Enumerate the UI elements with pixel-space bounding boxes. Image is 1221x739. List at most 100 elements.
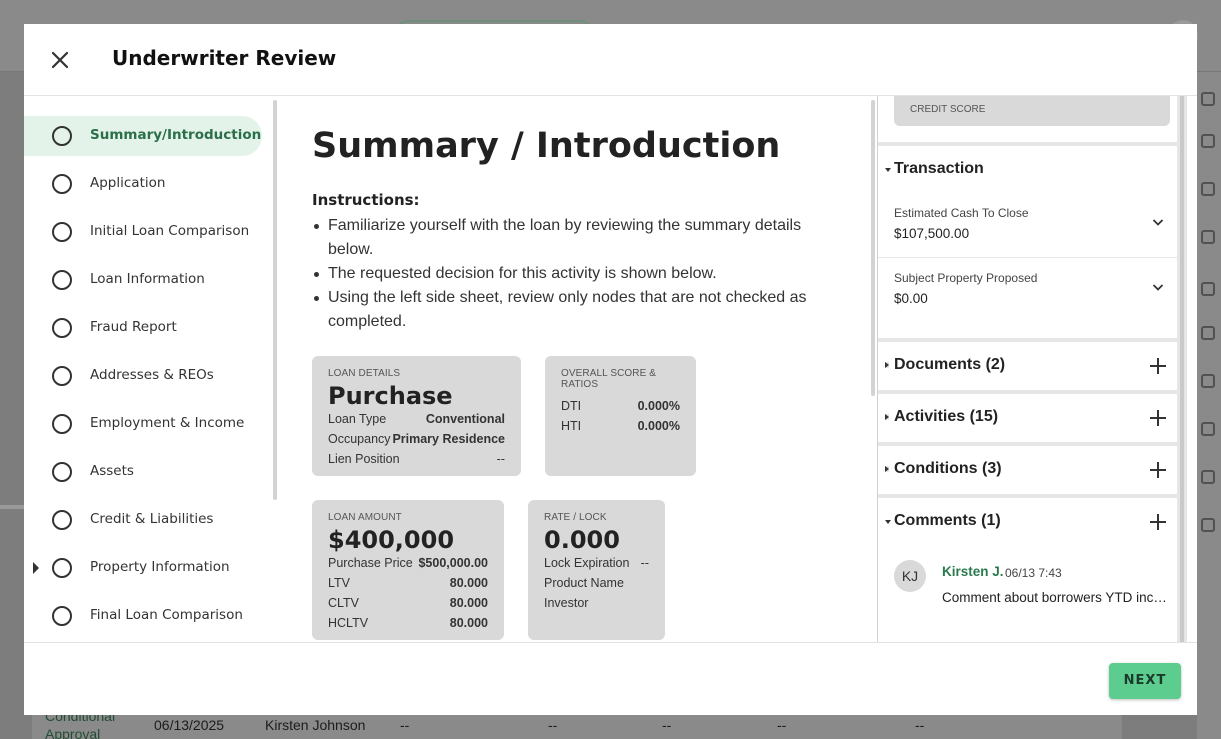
main-scrollbar[interactable] bbox=[871, 100, 875, 396]
detail-value: Conventional bbox=[425, 412, 505, 426]
chevron-down-icon[interactable] bbox=[1152, 281, 1164, 293]
detail-value: 80.000 bbox=[449, 576, 488, 590]
row-dash: -- bbox=[915, 717, 925, 733]
next-button[interactable]: NEXT bbox=[1109, 663, 1181, 699]
comments-section: Comments (1) KJ Kirsten J. 06/13 7:43 Co… bbox=[878, 498, 1186, 642]
detail-key: Purchase Price bbox=[328, 556, 413, 570]
row-dash: -- bbox=[548, 717, 558, 733]
comment-author[interactable]: Kirsten J. bbox=[942, 564, 1004, 579]
chevron-down-icon[interactable] bbox=[1152, 216, 1164, 228]
add-comment-plus-icon[interactable] bbox=[1150, 514, 1166, 530]
loan-summary-panel: CREDIT SCORE Transaction Estimated Cash … bbox=[877, 96, 1187, 642]
nav-item-employment-income[interactable]: Employment & Income bbox=[24, 404, 262, 444]
score-ratios-card: OVERALL SCORE & RATIOS DTI 0.000% HTI 0.00… bbox=[545, 356, 696, 476]
rail-icon bbox=[1201, 230, 1215, 244]
subject-property-proposed-field[interactable]: Subject Property Proposed $0.00 bbox=[878, 259, 1186, 323]
row-user: Kirsten Johnson bbox=[265, 717, 366, 733]
close-button[interactable] bbox=[48, 48, 72, 72]
rail-icon bbox=[1201, 182, 1215, 196]
rail-icon bbox=[1201, 422, 1215, 436]
card-caption: LOAN DETAILS bbox=[328, 368, 401, 379]
instruction-item: Familiarize yourself with the loan by re… bbox=[312, 214, 832, 262]
comments-header[interactable]: Comments (1) bbox=[878, 498, 1178, 546]
nav-item-addresses-reos[interactable]: Addresses & REOs bbox=[24, 356, 262, 396]
detail-value: 80.000 bbox=[449, 616, 488, 630]
step-status-circle-icon bbox=[52, 270, 72, 290]
detail-key: Lock Expiration bbox=[544, 556, 630, 570]
add-activity-plus-icon[interactable] bbox=[1150, 410, 1166, 426]
credit-score-section: CREDIT SCORE bbox=[878, 96, 1186, 142]
detail-row: Purchase Price $500,000.00 bbox=[328, 553, 488, 573]
transaction-header[interactable]: Transaction bbox=[878, 146, 1178, 194]
add-document-plus-icon[interactable] bbox=[1150, 358, 1166, 374]
nav-item-summary-introduction[interactable]: Summary/Introduction bbox=[24, 116, 262, 156]
expand-triangle-icon bbox=[885, 362, 889, 368]
rail-icon bbox=[1201, 282, 1215, 296]
loan-amount-value: $400,000 bbox=[328, 526, 455, 554]
nav-item-credit-liabilities[interactable]: Credit & Liabilities bbox=[24, 500, 262, 540]
detail-row: HTI 0.000% bbox=[561, 416, 680, 436]
nav-item-label: Application bbox=[90, 175, 166, 191]
conditions-header[interactable]: Conditions (3) bbox=[878, 446, 1178, 494]
modal-footer: NEXT bbox=[24, 642, 1197, 715]
detail-key: Product Name bbox=[544, 576, 624, 590]
detail-row: Investor bbox=[544, 593, 649, 613]
instruction-item: The requested decision for this activity… bbox=[312, 262, 832, 286]
nav-item-property-information[interactable]: Property Information bbox=[24, 548, 262, 588]
rate-value: 0.000 bbox=[544, 526, 620, 554]
conditions-section: Conditions (3) bbox=[878, 446, 1186, 494]
loan-purpose-value: Purchase bbox=[328, 382, 453, 410]
modal-header: Underwriter Review bbox=[24, 24, 1197, 96]
estimated-cash-to-close-field[interactable]: Estimated Cash To Close $107,500.00 bbox=[878, 194, 1186, 258]
nav-item-label: Property Information bbox=[90, 559, 230, 575]
step-status-circle-icon bbox=[52, 510, 72, 530]
step-status-circle-icon bbox=[52, 462, 72, 482]
documents-section: Documents (2) bbox=[878, 342, 1186, 390]
detail-key: CLTV bbox=[328, 596, 360, 610]
section-title: Comments (1) bbox=[894, 512, 1001, 529]
nav-item-final-loan-comparison[interactable]: Final Loan Comparison bbox=[24, 596, 262, 636]
nav-item-fraud-report[interactable]: Fraud Report bbox=[24, 308, 262, 348]
nav-item-label: Fraud Report bbox=[90, 319, 177, 335]
page-title: Summary / Introduction bbox=[312, 126, 781, 166]
detail-value: $500,000.00 bbox=[418, 556, 488, 570]
nav-item-application[interactable]: Application bbox=[24, 164, 262, 204]
rate-lock-card: RATE / LOCK 0.000 Lock Expiration -- Prod… bbox=[528, 500, 665, 640]
detail-row: CLTV 80.000 bbox=[328, 593, 488, 613]
add-condition-plus-icon[interactable] bbox=[1150, 462, 1166, 478]
detail-row: HCLTV 80.000 bbox=[328, 613, 488, 633]
transaction-section: Transaction Estimated Cash To Close $107… bbox=[878, 146, 1186, 338]
summary-content: Summary / Introduction Instructions: Fam… bbox=[280, 96, 875, 642]
detail-key: Loan Type bbox=[328, 412, 387, 426]
activities-header[interactable]: Activities (15) bbox=[878, 394, 1178, 442]
section-title: Transaction bbox=[894, 160, 984, 177]
comment-text[interactable]: Comment about borrowers YTD income bbox=[942, 590, 1170, 605]
scrollbar-thumb[interactable] bbox=[1180, 96, 1184, 642]
detail-key: LTV bbox=[328, 576, 350, 590]
documents-header[interactable]: Documents (2) bbox=[878, 342, 1178, 390]
detail-value: 80.000 bbox=[449, 596, 488, 610]
nav-item-label: Summary/Introduction bbox=[90, 127, 262, 143]
rail-icon bbox=[1201, 92, 1215, 106]
expand-triangle-icon bbox=[885, 466, 889, 472]
right-panel-scrollbar[interactable] bbox=[1177, 96, 1187, 642]
nav-scrollbar[interactable] bbox=[273, 100, 277, 500]
detail-row: Product Name bbox=[544, 573, 649, 593]
step-status-circle-icon bbox=[52, 222, 72, 242]
detail-value: 0.000% bbox=[637, 399, 680, 413]
step-status-circle-icon bbox=[52, 174, 72, 194]
credit-score-pill: CREDIT SCORE bbox=[894, 96, 1170, 126]
expand-caret-icon[interactable] bbox=[33, 562, 39, 574]
nav-item-assets[interactable]: Assets bbox=[24, 452, 262, 492]
detail-key: HCLTV bbox=[328, 616, 369, 630]
instructions-title: Instructions: bbox=[312, 191, 420, 209]
row-dash: -- bbox=[400, 717, 410, 733]
nav-item-initial-loan-comparison[interactable]: Initial Loan Comparison bbox=[24, 212, 262, 252]
card-caption: OVERALL SCORE & RATIOS bbox=[561, 368, 657, 390]
section-title: Conditions (3) bbox=[894, 460, 1002, 477]
rail-icon bbox=[1201, 326, 1215, 340]
nav-item-loan-information[interactable]: Loan Information bbox=[24, 260, 262, 300]
card-caption: LOAN AMOUNT bbox=[328, 512, 402, 523]
field-value: $0.00 bbox=[894, 291, 928, 306]
detail-key: Investor bbox=[544, 596, 589, 610]
